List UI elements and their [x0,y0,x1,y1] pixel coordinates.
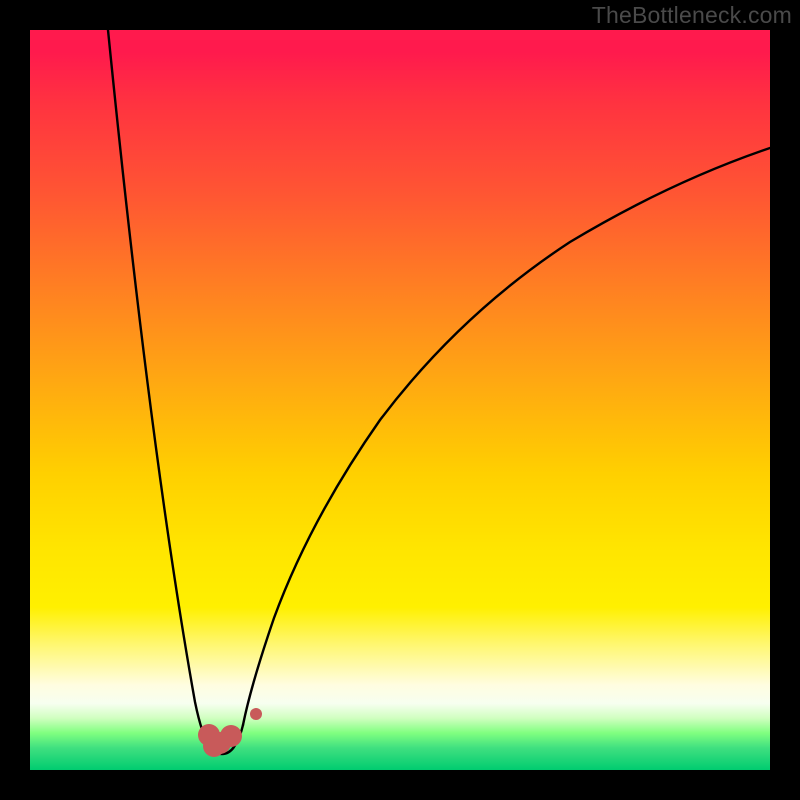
watermark-text: TheBottleneck.com [592,2,792,29]
left-curve [108,30,243,754]
plot-area [30,30,770,770]
right-curve [243,148,770,725]
vertex-blob-4 [203,735,225,757]
bottleneck-curves [30,30,770,770]
small-dot [250,708,262,720]
